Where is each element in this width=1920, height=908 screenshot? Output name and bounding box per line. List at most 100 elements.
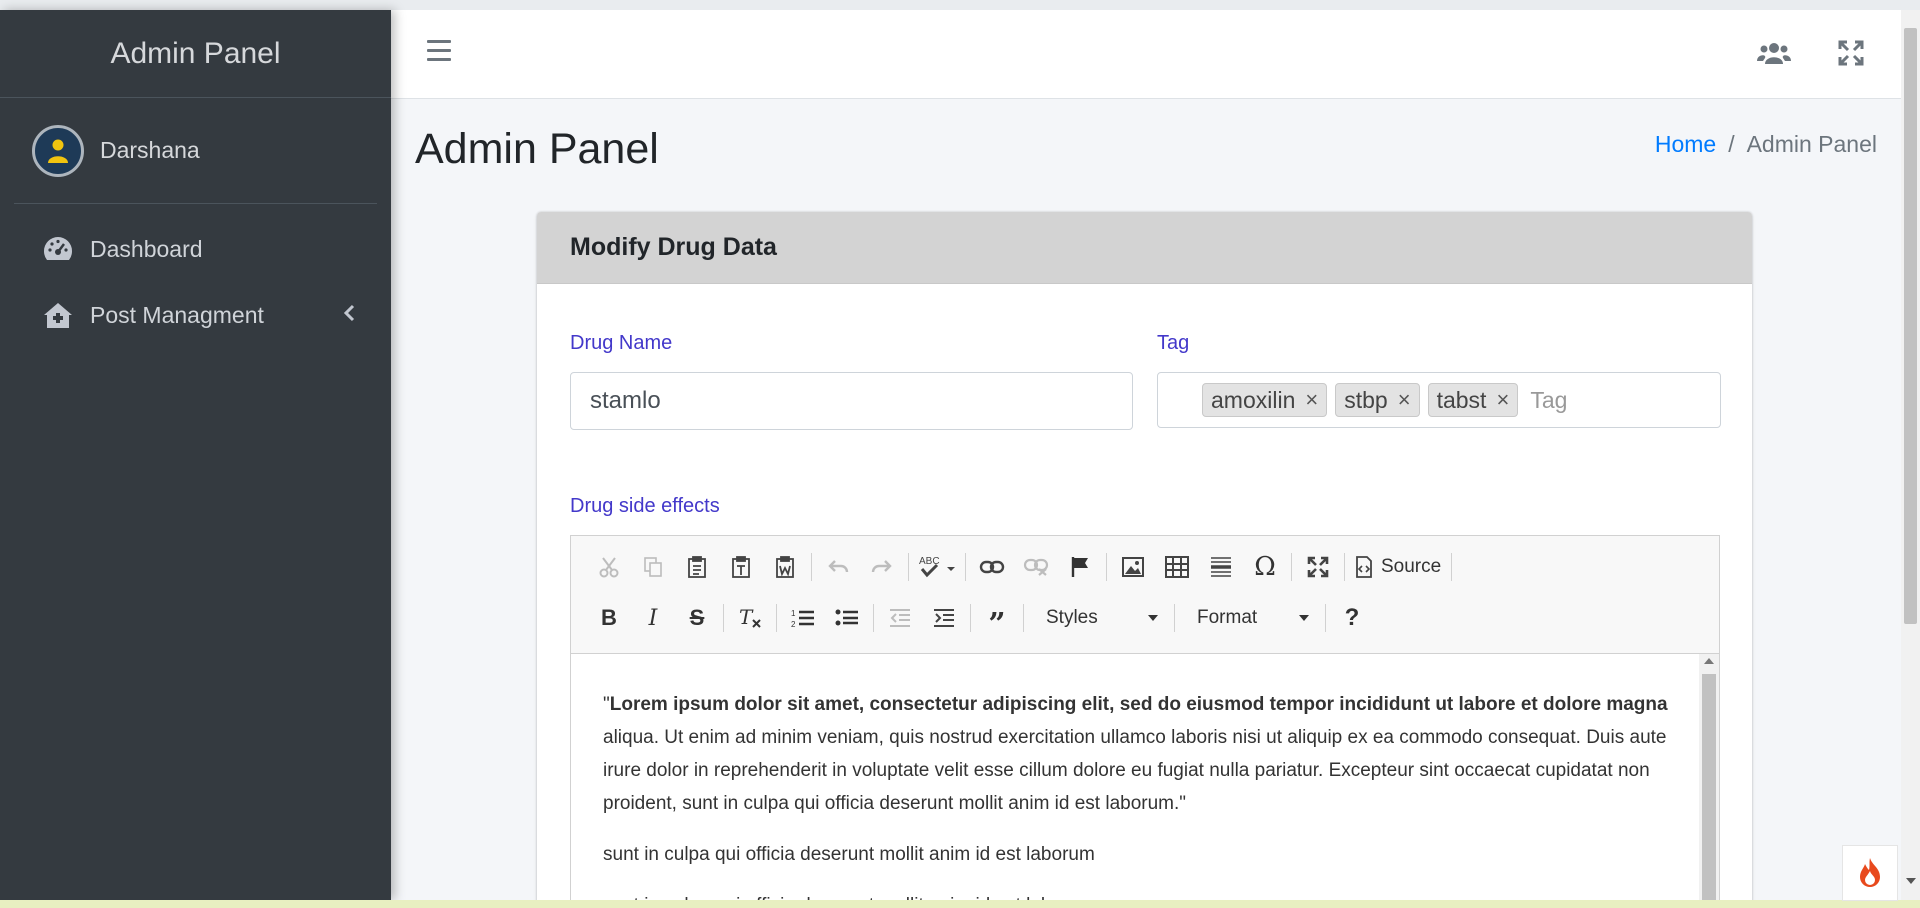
cut-icon[interactable] (587, 548, 631, 586)
svg-text:2: 2 (791, 620, 796, 629)
caret-down-icon (1299, 615, 1309, 621)
breadcrumb-home-link[interactable]: Home (1655, 131, 1716, 157)
source-button[interactable]: Source (1349, 548, 1447, 586)
remove-tag-icon[interactable]: × (1398, 387, 1411, 413)
brand-title[interactable]: Admin Panel (0, 10, 391, 98)
page-scrollbar[interactable] (1901, 10, 1920, 908)
toolbar-separator (965, 553, 966, 581)
editor-paragraph: "Lorem ipsum dolor sit amet, consectetur… (603, 688, 1671, 820)
paste-text-icon[interactable] (719, 548, 763, 586)
page-scrollbar-thumb[interactable] (1904, 28, 1917, 624)
toolbar-row-1: ABC Ω Source (587, 548, 1456, 586)
toolbar-separator (908, 553, 909, 581)
image-icon[interactable] (1111, 548, 1155, 586)
bold-icon[interactable]: B (587, 599, 631, 637)
maximize-icon[interactable] (1296, 548, 1340, 586)
toolbar-separator (1106, 553, 1107, 581)
blockquote-icon[interactable]: ” (975, 599, 1019, 642)
unlink-icon[interactable] (1014, 548, 1058, 586)
editor-content[interactable]: "Lorem ipsum dolor sit amet, consectetur… (571, 654, 1701, 908)
numbered-list-icon[interactable]: 12 (781, 599, 825, 637)
user-panel: Darshana (14, 98, 377, 204)
remove-format-icon[interactable]: T (728, 599, 772, 637)
tag-chip: amoxilin × (1202, 383, 1328, 417)
home-icon (42, 299, 74, 331)
tag-text: tabst (1436, 386, 1487, 413)
sidebar-item-label: Post Managment (90, 301, 264, 328)
tag-input[interactable]: amoxilin × stbp × tabst × Tag (1157, 372, 1721, 428)
toolbar-separator (811, 553, 812, 581)
user-icon (48, 139, 68, 163)
breadcrumb: Home / Admin Panel (1655, 131, 1877, 158)
help-icon[interactable]: ? (1330, 599, 1374, 637)
users-icon[interactable] (1757, 38, 1791, 68)
card-title: Modify Drug Data (537, 212, 1752, 284)
breadcrumb-separator: / (1728, 131, 1735, 157)
modify-drug-card: Modify Drug Data Drug Name stamlo Tag am… (537, 212, 1752, 908)
format-dropdown[interactable]: Format (1179, 599, 1321, 637)
remove-tag-icon[interactable]: × (1496, 387, 1509, 413)
caret-down-icon (1148, 615, 1158, 621)
toolbar-separator (1451, 553, 1453, 581)
topbar (391, 10, 1901, 99)
sidebar-item-label: Dashboard (90, 235, 203, 262)
page-title: Admin Panel (415, 125, 659, 173)
tag-text: stbp (1344, 386, 1388, 413)
tag-label: Tag (1157, 332, 1190, 354)
scroll-down-icon[interactable] (1906, 878, 1916, 884)
drug-name-label: Drug Name (570, 332, 673, 354)
remove-tag-icon[interactable]: × (1305, 387, 1318, 413)
chevron-left-icon[interactable] (343, 302, 355, 328)
table-icon[interactable] (1155, 548, 1199, 586)
toolbar-separator (1023, 604, 1024, 632)
tag-placeholder[interactable]: Tag (1530, 387, 1567, 414)
toolbar-separator (970, 604, 971, 632)
omega-icon[interactable]: Ω (1243, 548, 1287, 586)
toolbar-separator (776, 604, 777, 632)
toolbar-separator (1325, 604, 1326, 632)
avatar[interactable] (32, 124, 84, 177)
horizontal-line-icon[interactable] (1199, 548, 1243, 586)
editor-scrollbar[interactable] (1699, 654, 1719, 908)
quote-mark: " (603, 694, 610, 715)
svg-text:1: 1 (791, 609, 796, 618)
undo-icon[interactable] (816, 548, 860, 586)
bullet-list-icon[interactable] (825, 599, 869, 637)
source-icon (1356, 556, 1372, 578)
outdent-icon[interactable] (878, 599, 922, 637)
bold-text: Lorem ipsum dolor sit amet, consectetur … (609, 694, 1668, 715)
link-icon[interactable] (970, 548, 1014, 586)
side-effects-label: Drug side effects (570, 495, 720, 517)
editor-toolbar: ABC Ω Source B I S T 1 2 ” Styles Format… (571, 536, 1719, 654)
editor-paragraph: sunt in culpa qui officia deserunt molli… (603, 844, 1095, 865)
svg-text:T: T (739, 607, 754, 629)
paste-icon[interactable] (675, 548, 719, 586)
flame-icon[interactable] (1842, 845, 1898, 901)
strikethrough-icon[interactable]: S (675, 599, 719, 637)
bottom-strip (0, 900, 1920, 908)
spellcheck-icon[interactable]: ABC (913, 548, 961, 586)
copy-icon[interactable] (631, 548, 675, 586)
italic-icon[interactable]: I (631, 599, 675, 637)
paste-word-icon[interactable] (763, 548, 807, 586)
toolbar-separator (1174, 604, 1175, 632)
toolbar-separator (1291, 553, 1292, 581)
scroll-up-icon[interactable] (1704, 658, 1714, 664)
anchor-flag-icon[interactable] (1058, 548, 1102, 586)
fullscreen-icon[interactable] (1834, 38, 1868, 68)
scrollbar-thumb[interactable] (1702, 674, 1716, 908)
indent-icon[interactable] (922, 599, 966, 637)
drug-name-input[interactable]: stamlo (570, 372, 1133, 430)
toolbar-separator (723, 604, 724, 632)
user-name[interactable]: Darshana (100, 137, 200, 164)
source-label: Source (1381, 556, 1442, 577)
hamburger-icon[interactable] (427, 40, 451, 62)
sidebar-nav: Dashboard Post Managment (0, 216, 391, 348)
styles-dropdown[interactable]: Styles (1028, 599, 1170, 637)
sidebar-item-dashboard[interactable]: Dashboard (14, 216, 377, 282)
top-strip (0, 0, 1920, 10)
toolbar-separator (873, 604, 874, 632)
breadcrumb-current: Admin Panel (1746, 131, 1877, 157)
redo-icon[interactable] (860, 548, 904, 586)
sidebar-item-post-managment[interactable]: Post Managment (14, 282, 377, 348)
